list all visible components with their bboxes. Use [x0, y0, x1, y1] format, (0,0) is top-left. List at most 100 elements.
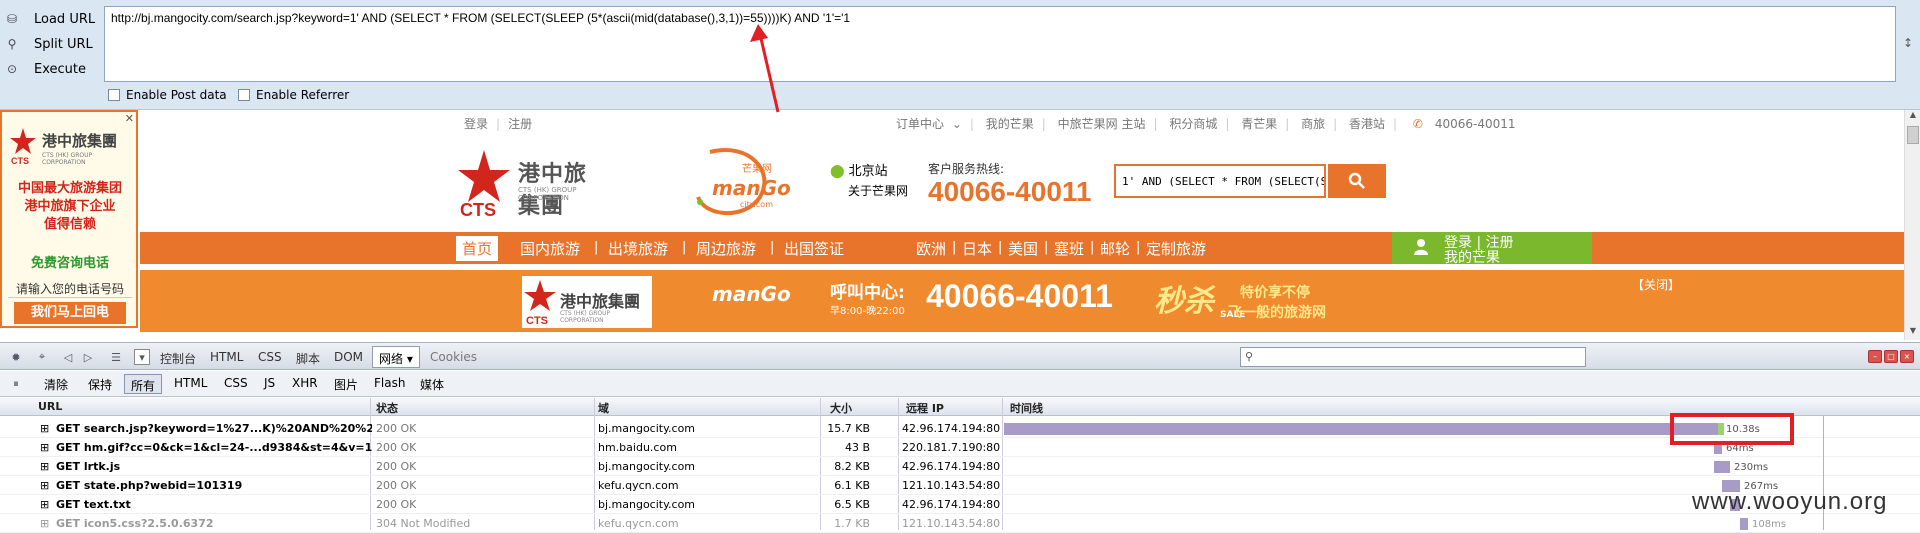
nav-custom-tour[interactable]: 定制旅游 — [1146, 238, 1206, 259]
enable-post-checkbox[interactable]: Enable Post data — [108, 86, 227, 104]
firebug-search-input[interactable]: ⚲ — [1240, 347, 1586, 367]
topbar-business-link[interactable]: 商旅 — [1301, 117, 1325, 131]
page-scrollbar[interactable]: ▲ ▼ — [1904, 110, 1920, 340]
tab-html[interactable]: HTML — [210, 350, 243, 364]
firebug-bug-icon[interactable]: ✹ — [8, 349, 24, 365]
table-row[interactable]: ⊞ GET text.txt 200 OK bj.mangocity.com 6… — [0, 495, 1920, 514]
request-time: 108ms — [1752, 519, 1787, 530]
filter-media[interactable]: 媒体 — [420, 376, 444, 393]
nav-outbound[interactable]: 出境旅游 — [608, 238, 668, 259]
expand-icon[interactable]: ⊞ — [40, 517, 49, 530]
load-url-button[interactable]: ⛁ Load URL — [4, 8, 104, 30]
mango-logo[interactable]: 芒果网 manGo city.com — [680, 142, 800, 222]
topbar-green-mango-link[interactable]: 青芒果 — [1241, 117, 1277, 131]
ad-phone-input[interactable]: 请输入您的电话号码 — [8, 280, 132, 298]
filter-html[interactable]: HTML — [174, 376, 207, 390]
nav-visa[interactable]: 出国签证 — [784, 238, 844, 259]
expand-icon[interactable]: ⊞ — [40, 422, 49, 435]
banner-close-link[interactable]: 【关闭】 — [1632, 276, 1680, 293]
filter-css[interactable]: CSS — [224, 376, 248, 390]
request-domain: bj.mangocity.com — [598, 460, 696, 473]
column-timeline[interactable]: 时间线 — [1010, 400, 1043, 416]
column-url[interactable]: URL — [38, 400, 62, 413]
nav-saipan[interactable]: 塞班 — [1054, 238, 1084, 259]
filter-all[interactable]: 所有 — [124, 374, 163, 394]
tab-console[interactable]: 控制台 — [160, 350, 196, 367]
ad-callback-button[interactable]: 我们马上回电 — [14, 302, 126, 324]
nav-japan[interactable]: 日本 — [962, 238, 992, 259]
forward-icon[interactable]: ▷ — [80, 349, 96, 365]
expand-icon[interactable]: ⊞ — [40, 498, 49, 511]
console-toggle-icon[interactable]: ☰ — [108, 349, 124, 365]
nav-nearby[interactable]: 周边旅游 — [696, 238, 756, 259]
back-icon[interactable]: ◁ — [60, 349, 76, 365]
column-size[interactable]: 大小 — [830, 400, 852, 416]
request-url[interactable]: GET state.php?webid=101319 — [56, 479, 372, 492]
filter-flash[interactable]: Flash — [374, 376, 405, 390]
filter-images[interactable]: 图片 — [334, 376, 358, 393]
table-row[interactable]: ⊞ GET hm.gif?cc=0&ck=1&cl=24-...d9384&st… — [0, 438, 1920, 457]
topbar-main-site-link[interactable]: 中旅芒果网 主站 — [1058, 117, 1146, 131]
promo-banner[interactable]: CTS 港中旅集團 CTS (HK) GROUP CORPORATION man… — [140, 270, 1904, 332]
scroll-up-icon[interactable]: ▲ — [1905, 110, 1920, 124]
request-url[interactable]: GET lrtk.js — [56, 460, 372, 473]
search-button[interactable] — [1328, 164, 1386, 198]
filter-xhr[interactable]: XHR — [292, 376, 318, 390]
tab-cookies[interactable]: Cookies — [430, 350, 477, 364]
nav-usa[interactable]: 美国 — [1008, 238, 1038, 259]
persist-button[interactable]: 保持 — [88, 376, 112, 393]
column-ip[interactable]: 远程 IP — [906, 400, 944, 416]
expand-icon[interactable]: ⊞ — [40, 479, 49, 492]
clear-button[interactable]: 清除 — [44, 376, 68, 393]
cts-logo[interactable]: CTS 港中旅集團 CTS (HK) GROUP CORPORATION — [456, 148, 606, 220]
request-url[interactable]: GET search.jsp?keyword=1%27...K)%20AND%2… — [56, 422, 372, 435]
filter-js[interactable]: JS — [264, 376, 275, 390]
inspect-icon[interactable]: ⌖ — [34, 349, 50, 365]
nav-my-mango-link[interactable]: 我的芒果 — [1444, 247, 1500, 267]
topbar-login-link[interactable]: 登录 — [464, 117, 488, 131]
pause-icon[interactable]: ⏸ — [8, 376, 24, 392]
topbar-points-link[interactable]: 积分商城 — [1169, 117, 1217, 131]
nav-cruise[interactable]: 邮轮 — [1100, 238, 1130, 259]
table-row[interactable]: ⊞ GET icon5.css?2.5.0.6372 304 Not Modif… — [0, 514, 1920, 533]
cts-brand-en: CTS (HK) GROUP CORPORATION — [518, 186, 577, 202]
nav-europe[interactable]: 欧洲 — [916, 238, 946, 259]
ad-close-icon[interactable]: ✕ — [125, 112, 134, 125]
request-url[interactable]: GET text.txt — [56, 498, 372, 511]
topbar-register-link[interactable]: 注册 — [508, 117, 532, 131]
ad-slogan-line: 中国最大旅游集团 — [17, 181, 122, 196]
column-domain[interactable]: 域 — [598, 400, 609, 416]
execute-button[interactable]: ⊙ Execute — [4, 58, 104, 80]
topbar-my-mango-link[interactable]: 我的芒果 — [986, 117, 1034, 131]
tab-dom[interactable]: DOM — [334, 350, 363, 364]
table-row[interactable]: ⊞ GET search.jsp?keyword=1%27...K)%20AND… — [0, 419, 1920, 438]
table-row[interactable]: ⊞ GET lrtk.js 200 OK bj.mangocity.com 8.… — [0, 457, 1920, 476]
nav-domestic[interactable]: 国内旅游 — [520, 238, 580, 259]
close-icon[interactable]: × — [1900, 350, 1914, 363]
about-link[interactable]: 关于芒果网 — [848, 182, 908, 199]
minimize-icon[interactable]: – — [1868, 350, 1882, 363]
split-url-button[interactable]: ⚲ Split URL — [4, 33, 104, 55]
topbar-hk-link[interactable]: 香港站 — [1349, 117, 1385, 131]
table-row[interactable]: ⊞ GET state.php?webid=101319 200 OK kefu… — [0, 476, 1920, 495]
scrollbar-thumb[interactable] — [1907, 126, 1919, 144]
request-url[interactable]: GET icon5.css?2.5.0.6372 — [56, 517, 372, 530]
dropdown-icon[interactable]: ▾ — [134, 349, 150, 365]
enable-referrer-checkbox[interactable]: Enable Referrer — [238, 86, 349, 104]
topbar-orders-link[interactable]: 订单中心 ⌄ — [892, 117, 962, 131]
column-status[interactable]: 状态 — [376, 400, 398, 416]
detach-icon[interactable]: □ — [1884, 350, 1898, 363]
site-search-input[interactable]: 1' AND (SELECT * FROM (SELECT(SLEE — [1114, 164, 1326, 198]
request-url[interactable]: GET hm.gif?cc=0&ck=1&cl=24-...d9384&st=4… — [56, 441, 372, 454]
scroll-down-icon[interactable]: ▼ — [1905, 326, 1920, 340]
city-selector[interactable]: ⬤ 北京站 — [830, 160, 888, 179]
hackbar-resize-handle[interactable]: ↕ — [1898, 6, 1918, 82]
search-icon — [1348, 172, 1365, 189]
url-textarea[interactable]: http://bj.mangocity.com/search.jsp?keywo… — [104, 6, 1896, 82]
expand-icon[interactable]: ⊞ — [40, 460, 49, 473]
expand-icon[interactable]: ⊞ — [40, 441, 49, 454]
tab-network[interactable]: 网络 ▾ — [372, 346, 420, 368]
tab-script[interactable]: 脚本 — [296, 350, 320, 367]
tab-css[interactable]: CSS — [258, 350, 282, 364]
nav-home[interactable]: 首页 — [456, 236, 499, 261]
